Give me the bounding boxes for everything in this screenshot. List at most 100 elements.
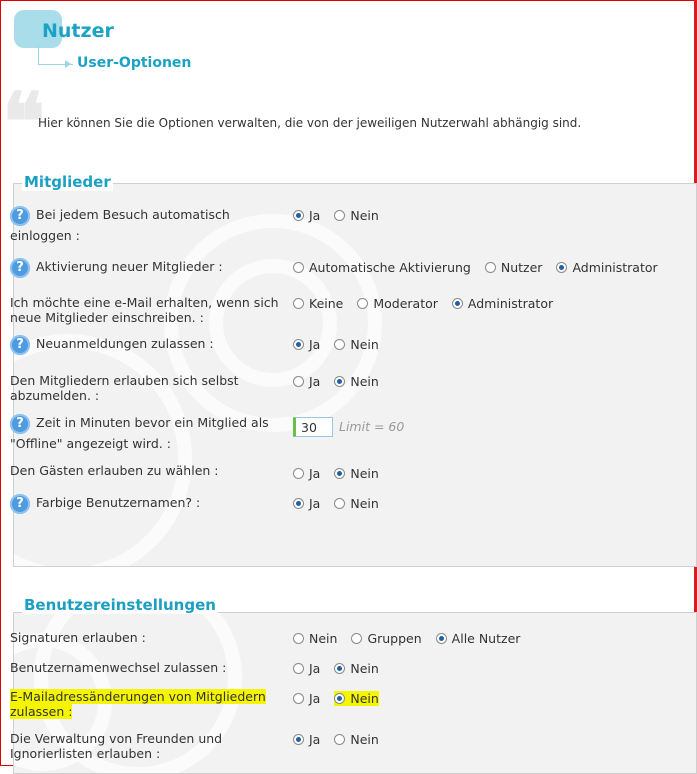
radio-option-ja[interactable]: Ja [293,661,320,676]
radio-button[interactable] [334,339,346,350]
option-label-text: Benutzernamenwechsel zulassen : [10,660,227,675]
radio-label: Ja [309,466,321,481]
radio-button[interactable] [293,376,304,387]
help-icon[interactable]: ? [10,257,30,278]
radio-button[interactable] [334,498,346,509]
radio-option-administrator[interactable]: Administrator [556,260,658,275]
option-label-text: Zeit in Minuten bevor ein Mitglied als "… [10,415,269,451]
radio-label: Gruppen [367,631,422,646]
option-label-text: Neuanmeldungen zulassen : [36,336,214,351]
radio-button[interactable] [293,298,304,309]
radio-option-ja[interactable]: Ja [293,374,320,389]
help-icon[interactable]: ? [10,205,30,226]
radio-button[interactable] [293,339,304,350]
radio-option-nein[interactable]: Nein [334,466,379,481]
help-icon[interactable]: ? [10,334,30,355]
option-control: Automatische Aktivierung Nutzer Administra… [293,260,672,276]
radio-option-ja[interactable]: Ja [293,496,320,511]
option-label: ? Neuanmeldungen zulassen : [10,334,290,355]
radio-option-ja[interactable]: Ja [293,691,320,706]
radio-option-alle-nutzer[interactable]: Alle Nutzer [435,631,520,646]
radio-button[interactable] [334,376,346,387]
radio-option-automatische-aktivierung[interactable]: Automatische Aktivierung [293,260,471,275]
limit-hint: Limit = 60 [339,418,405,434]
radio-option-nein[interactable]: Nein [293,631,337,646]
radio-button[interactable] [556,262,568,273]
radio-option-nein[interactable]: Nein [334,691,379,706]
radio-option-ja[interactable]: Ja [293,208,320,223]
option-label: ? Farbige Benutzernamen? : [10,493,290,514]
radio-button[interactable] [334,210,346,221]
radio-label: Keine [309,296,344,311]
radio-label: Ja [309,208,321,223]
radio-option-keine[interactable]: Keine [293,296,343,311]
option-control: Ja Nein [293,466,393,482]
option-label-text: E-Mailadressänderungen von Mitgliedern z… [10,689,266,719]
radio-label: Nein [350,208,379,223]
radio-button[interactable] [293,210,304,221]
radio-button[interactable] [293,693,304,704]
option-label: Die Verwaltung von Freunden und Ignorier… [10,731,290,761]
radio-button[interactable] [484,262,496,273]
radio-label: Ja [309,691,321,706]
radio-button[interactable] [351,633,363,644]
radio-button[interactable] [293,498,304,509]
radio-label: Administrator [572,260,658,275]
radio-button[interactable] [334,663,346,674]
radio-option-nutzer[interactable]: Nutzer [484,260,543,275]
radio-button[interactable] [334,468,346,479]
radio-label: Nein [350,374,379,389]
radio-option-nein[interactable]: Nein [334,661,379,676]
option-label: ? Bei jedem Besuch automatisch einloggen … [10,205,290,246]
radio-button[interactable] [293,633,304,644]
radio-button[interactable] [293,734,304,745]
radio-label: Nein [350,691,379,706]
radio-button[interactable] [334,693,346,704]
option-control: Ja Nein [293,496,393,512]
radio-label: Ja [309,374,321,389]
radio-button[interactable] [357,298,369,309]
radio-option-ja[interactable]: Ja [293,732,320,747]
radio-label: Nein [350,337,379,352]
option-control: Nein Gruppen Alle Nutzer [293,631,534,647]
option-control: Ja Nein [293,661,393,677]
radio-label: Nutzer [500,260,543,275]
radio-option-gruppen[interactable]: Gruppen [351,631,422,646]
radio-button[interactable] [293,262,304,273]
radio-option-moderator[interactable]: Moderator [357,296,438,311]
radio-option-nein[interactable]: Nein [334,732,379,747]
radio-label: Nein [350,732,379,747]
radio-button[interactable] [334,734,346,745]
option-label: Den Mitgliedern erlauben sich selbst abz… [10,373,290,403]
radio-label: Ja [309,661,321,676]
radio-button[interactable] [293,468,304,479]
radio-option-nein[interactable]: Nein [334,208,379,223]
radio-label: Nein [350,466,379,481]
radio-button[interactable] [451,298,463,309]
radio-option-nein[interactable]: Nein [334,374,379,389]
option-control: Ja Nein [293,337,393,353]
radio-option-nein[interactable]: Nein [334,496,379,511]
radio-option-ja[interactable]: Ja [293,337,320,352]
help-icon[interactable]: ? [10,413,30,434]
radio-button[interactable] [435,633,447,644]
page-title: Nutzer [42,20,114,42]
option-label: Den Gästen erlauben zu wählen : [10,463,290,478]
radio-button[interactable] [293,663,304,674]
offline-minutes-input[interactable]: 30 [293,417,333,437]
help-icon[interactable]: ? [10,493,30,514]
legend-benutzereinstellungen: Benutzereinstellungen [22,596,218,614]
option-label: Ich möchte eine e-Mail erhalten, wenn si… [10,295,290,325]
radio-label: Nein [350,661,379,676]
option-label-text: Signaturen erlauben : [10,630,146,645]
option-control: Ja Nein [293,691,393,707]
option-control: Ja Nein [293,374,393,390]
radio-label: Administrator [467,296,554,311]
option-label: E-Mailadressänderungen von Mitgliedern z… [10,689,290,719]
radio-label: Automatische Aktivierung [309,260,471,275]
radio-option-nein[interactable]: Nein [334,337,379,352]
legend-mitglieder: Mitglieder [22,173,113,191]
radio-option-ja[interactable]: Ja [293,466,320,481]
radio-option-administrator[interactable]: Administrator [451,296,554,311]
connector-arrow-icon [38,46,73,68]
